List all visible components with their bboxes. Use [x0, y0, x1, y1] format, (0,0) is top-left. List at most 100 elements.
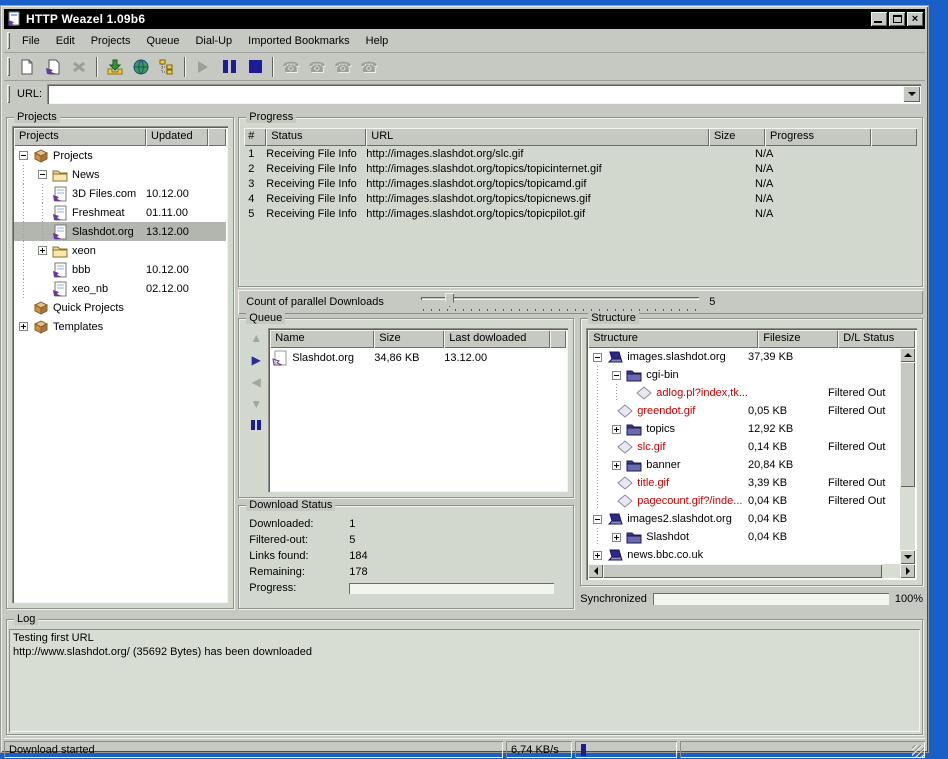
structure-row[interactable]: images2.slashdot.org 0,04 KB	[588, 510, 900, 528]
structure-row[interactable]: pagecount.gif?/inde... 0,04 KBFiltered O…	[588, 492, 900, 510]
expand-icon[interactable]	[19, 322, 28, 331]
structure-row[interactable]: title.gif 3,39 KBFiltered Out	[588, 474, 900, 492]
table-row[interactable]: 4Receiving File Infohttp://images.slashd…	[244, 191, 917, 206]
url-dropdown-button[interactable]	[903, 86, 920, 102]
dial-button-4[interactable]: ☎	[357, 55, 381, 79]
menu-edit[interactable]: Edit	[48, 32, 83, 50]
column-header-updated[interactable]: Updated	[146, 128, 208, 146]
scrollbar-thumb[interactable]	[900, 362, 915, 487]
collapse-icon[interactable]	[593, 515, 602, 524]
new-project-button[interactable]	[15, 55, 39, 79]
move-up-icon[interactable]: ▲	[250, 332, 262, 344]
structure-row[interactable]: slc.gif 0,14 KBFiltered Out	[588, 438, 900, 456]
menu-file[interactable]: File	[14, 32, 48, 50]
column-header-structure[interactable]: Structure	[588, 330, 758, 348]
column-header-progress[interactable]: Progress	[765, 128, 871, 146]
column-header-num[interactable]: #	[244, 128, 266, 146]
download-button[interactable]	[103, 55, 127, 79]
pause-button[interactable]	[217, 55, 241, 79]
horizontal-scrollbar[interactable]	[588, 564, 915, 578]
scrollbar-thumb[interactable]	[603, 564, 882, 578]
url-combobox[interactable]	[47, 84, 921, 104]
stop-button[interactable]	[243, 55, 267, 79]
tree-row[interactable]: bbb 10.12.00	[14, 260, 226, 279]
table-row[interactable]: 3Receiving File Infohttp://images.slashd…	[244, 176, 917, 191]
url-gripper[interactable]	[7, 85, 10, 103]
structure-row[interactable]: greendot.gif 0,05 KBFiltered Out	[588, 402, 900, 420]
tree-row[interactable]: xeo_nb 02.12.00	[14, 279, 226, 298]
tree-row[interactable]: xeon	[14, 241, 226, 260]
menu-projects[interactable]: Projects	[83, 32, 139, 50]
scroll-up-icon[interactable]	[900, 348, 915, 362]
column-header-url[interactable]: URL	[366, 128, 709, 146]
tree-row[interactable]: Projects	[14, 146, 226, 165]
structure-row[interactable]: news.bbc.co.uk	[588, 546, 900, 564]
tree-row[interactable]: Freshmeat 01.11.00	[14, 203, 226, 222]
structure-row[interactable]: adlog.pl?index,tk... Filtered Out	[588, 384, 900, 402]
maximize-button[interactable]	[889, 12, 905, 26]
table-row[interactable]: 1Receiving File Infohttp://images.slashd…	[244, 146, 917, 161]
collapse-icon[interactable]	[612, 371, 621, 380]
structure-listview[interactable]: Structure Filesize D/L Status images.sla…	[586, 328, 917, 580]
move-down-icon[interactable]: ▼	[250, 398, 262, 410]
menu-dialup[interactable]: Dial-Up	[187, 32, 240, 50]
expand-icon[interactable]	[593, 551, 602, 560]
column-header-dl-status[interactable]: D/L Status	[838, 330, 915, 348]
table-row[interactable]: 5Receiving File Infohttp://images.slashd…	[244, 206, 917, 221]
menu-queue[interactable]: Queue	[138, 32, 187, 50]
toolbar-gripper[interactable]	[7, 57, 10, 76]
projects-listview[interactable]: Projects Updated Projects News 3D Files.…	[12, 126, 228, 603]
start-queue-icon[interactable]: ▶	[252, 354, 261, 366]
scroll-down-icon[interactable]	[900, 550, 915, 564]
scroll-left-icon[interactable]	[588, 564, 603, 578]
menu-help[interactable]: Help	[358, 32, 397, 50]
delete-button[interactable]	[67, 55, 91, 79]
column-header-status[interactable]: Status	[266, 128, 366, 146]
expand-icon[interactable]	[612, 425, 621, 434]
expand-icon[interactable]	[612, 461, 621, 470]
expand-icon[interactable]	[38, 246, 47, 255]
queue-row[interactable]: Slashdot.org 34,86 KB 13.12.00	[270, 348, 566, 367]
column-header-size[interactable]: Size	[709, 128, 765, 146]
scroll-right-icon[interactable]	[900, 564, 915, 578]
move-out-icon[interactable]: ◀	[252, 376, 261, 388]
minimize-button[interactable]	[871, 12, 887, 26]
structure-row[interactable]: banner 20,84 KB	[588, 456, 900, 474]
tree-row[interactable]: Templates	[14, 317, 226, 336]
browse-web-button[interactable]	[129, 55, 153, 79]
start-button[interactable]	[191, 55, 215, 79]
resize-grip[interactable]	[912, 745, 924, 757]
structure-row[interactable]: images.slashdot.org 37,39 KB	[588, 348, 900, 366]
column-header-filesize[interactable]: Filesize	[758, 330, 838, 348]
close-button[interactable]: ×	[907, 12, 923, 26]
tree-row-selected[interactable]: Slashdot.org 13.12.00	[14, 222, 226, 241]
menu-imported-bookmarks[interactable]: Imported Bookmarks	[240, 32, 357, 50]
slider-thumb[interactable]	[445, 293, 454, 307]
structure-row[interactable]: topics 12,92 KB	[588, 420, 900, 438]
tree-row[interactable]: News	[14, 165, 226, 184]
url-input[interactable]	[50, 86, 903, 102]
queue-listview[interactable]: Name Size Last dowloaded Slashdot.org 34…	[268, 328, 568, 492]
title-bar[interactable]: HTTP Weazel 1.09b6 ×	[4, 9, 925, 29]
column-header-last-downloaded[interactable]: Last dowloaded	[444, 330, 550, 348]
structure-row[interactable]: Slashdot 0,04 KB	[588, 528, 900, 546]
column-header-size[interactable]: Size	[374, 330, 444, 348]
vertical-scrollbar[interactable]	[900, 348, 915, 564]
dial-button-2[interactable]: ☎	[305, 55, 329, 79]
table-row[interactable]: 2Receiving File Infohttp://images.slashd…	[244, 161, 917, 176]
column-header-projects[interactable]: Projects	[14, 128, 146, 146]
dial-button-1[interactable]: ☎	[279, 55, 303, 79]
parallel-downloads-slider[interactable]	[421, 293, 699, 311]
structure-row[interactable]: cgi-bin	[588, 366, 900, 384]
open-project-button[interactable]	[41, 55, 65, 79]
collapse-icon[interactable]	[38, 170, 47, 179]
pause-queue-icon[interactable]	[251, 420, 261, 430]
structure-view-button[interactable]	[155, 55, 179, 79]
dial-button-3[interactable]: ☎	[331, 55, 355, 79]
column-header-name[interactable]: Name	[270, 330, 374, 348]
collapse-icon[interactable]	[19, 151, 28, 160]
collapse-icon[interactable]	[593, 353, 602, 362]
tree-row[interactable]: Quick Projects	[14, 298, 226, 317]
log-output[interactable]: Testing first URL http://www.slashdot.or…	[9, 629, 920, 732]
expand-icon[interactable]	[612, 533, 621, 542]
